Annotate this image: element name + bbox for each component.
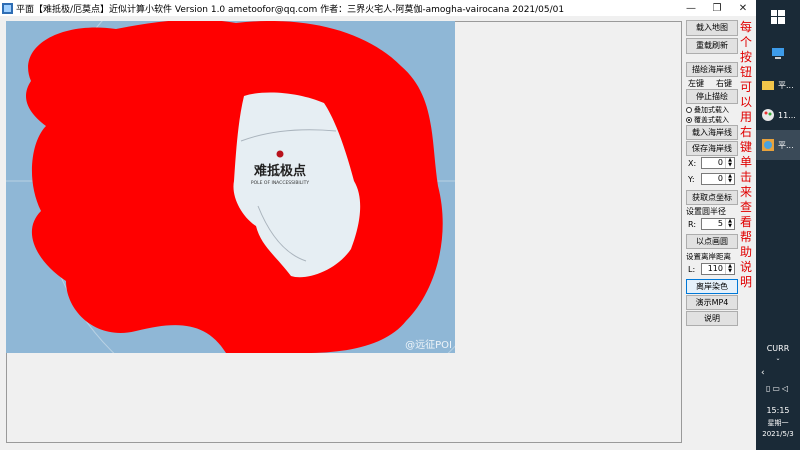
start-button[interactable] — [756, 2, 800, 32]
y-stepper[interactable]: 0 ▲ ▼ — [701, 173, 735, 185]
close-button[interactable]: ✕ — [730, 0, 756, 16]
taskbar-app-1[interactable]: 平... — [756, 70, 800, 100]
l-stepper[interactable]: 110 ▲ ▼ — [701, 263, 735, 275]
overwrite-load-radio[interactable]: 覆盖式载入 — [686, 115, 729, 125]
l-label: L: — [688, 265, 696, 274]
taskbar-app-1-label: 平... — [778, 80, 794, 90]
x-value: 0 — [717, 158, 723, 167]
save-coast-button[interactable]: 保存海岸线 — [686, 141, 738, 156]
computer-icon — [772, 48, 784, 59]
taskbar: 平... 11... 平... CURR ⌄ ‹ ▯▭◁ 15:15 星期一 2… — [756, 0, 800, 450]
stop-draw-button[interactable]: 停止描绘 — [686, 89, 738, 104]
overwrite-load-label: 覆盖式载入 — [694, 116, 729, 124]
map-watermark: @远征POI — [405, 339, 452, 351]
get-coord-button[interactable]: 获取点坐标 — [686, 190, 738, 205]
draw-circle-button[interactable]: 以点画圆 — [686, 234, 738, 249]
help-hint-text: 每个按钮可以用右键单击来查看帮助说明 — [739, 20, 752, 289]
y-label: Y: — [688, 175, 695, 184]
window-title: 平面【难抵极/厄莫点】近似计算小软件 Version 1.0 ametoofor… — [16, 4, 565, 15]
x-stepper[interactable]: 0 ▲ ▼ — [701, 157, 735, 169]
stepper-arrows-icon[interactable]: ▲ ▼ — [725, 158, 734, 168]
taskbar-app-3[interactable]: 平... — [756, 130, 800, 160]
load-map-button[interactable]: 载入地图 — [686, 20, 738, 36]
stepper-arrows-icon[interactable]: ▲ ▼ — [725, 174, 734, 184]
windows-icon — [771, 10, 785, 24]
chevron-left-icon[interactable]: ‹ — [756, 368, 800, 378]
clock-time[interactable]: 15:15 — [756, 406, 800, 415]
overlay-load-label: 叠加式载入 — [694, 106, 729, 114]
stepper-arrows-icon[interactable]: ▲ ▼ — [725, 264, 734, 274]
taskbar-app-2-label: 11... — [778, 110, 796, 120]
r-value: 5 — [717, 219, 723, 228]
x-label: X: — [688, 159, 697, 168]
stepper-arrows-icon[interactable]: ▲ ▼ — [725, 219, 734, 229]
radio-dot-selected — [686, 117, 692, 123]
map-label-en: POLE OF INACCESSIBILITY — [251, 180, 309, 186]
draw-coast-button[interactable]: 描绘海岸线 — [686, 62, 738, 77]
clock-date: 2021/5/3 — [762, 430, 794, 438]
ime-indicator[interactable]: CURR — [756, 344, 800, 353]
minimize-button[interactable]: — — [678, 0, 704, 16]
pole-marker-icon — [276, 150, 284, 158]
overlay-load-radio[interactable]: 叠加式载入 — [686, 105, 729, 115]
paint-icon — [762, 109, 774, 121]
radio-dot — [686, 107, 692, 113]
left-key-label: 左键 — [688, 79, 704, 88]
l-value: 110 — [707, 264, 723, 273]
explain-button[interactable]: 说明 — [686, 311, 738, 326]
set-radius-label: 设置圆半径 — [686, 207, 726, 216]
battery-icon[interactable]: ▭ — [772, 384, 782, 393]
clock-weekday: 星期一 — [767, 419, 789, 427]
title-bar: 平面【难抵极/厄莫点】近似计算小软件 Version 1.0 ametoofor… — [0, 0, 756, 16]
tray-icons[interactable]: ▯▭◁ — [756, 384, 800, 393]
chevron-down-icon[interactable]: ⌄ — [756, 355, 800, 362]
reload-button[interactable]: 重载刷新 — [686, 38, 738, 54]
color-offshore-button[interactable]: 离岸染色 — [686, 279, 738, 294]
map-label-cn: 难抵极点 — [253, 163, 306, 179]
r-label: R: — [688, 220, 697, 229]
y-value: 0 — [717, 174, 723, 183]
minimize-icon: — — [686, 2, 696, 14]
demo-mp4-button[interactable]: 演示MP4 — [686, 295, 738, 310]
volume-icon[interactable]: ◁ — [782, 384, 790, 393]
map-image[interactable]: 难抵极点 POLE OF INACCESSIBILITY @远征POI — [6, 21, 455, 353]
folder-icon — [762, 81, 774, 90]
load-coast-button[interactable]: 载入海岸线 — [686, 125, 738, 140]
app-window: 平面【难抵极/厄莫点】近似计算小软件 Version 1.0 ametoofor… — [0, 0, 756, 450]
r-stepper[interactable]: 5 ▲ ▼ — [701, 218, 735, 230]
taskbar-app-3-label: 平... — [778, 140, 794, 150]
restore-icon: ❐ — [712, 2, 722, 14]
app-map-icon — [762, 139, 774, 151]
close-icon: ✕ — [738, 2, 748, 14]
app-icon — [2, 2, 13, 14]
taskbar-pc-icon-item[interactable] — [756, 38, 800, 68]
restore-button[interactable]: ❐ — [704, 0, 730, 16]
right-key-label: 右键 — [716, 79, 732, 88]
taskbar-app-2[interactable]: 11... — [756, 100, 800, 130]
set-distance-label: 设置离岸距离 — [686, 252, 731, 261]
